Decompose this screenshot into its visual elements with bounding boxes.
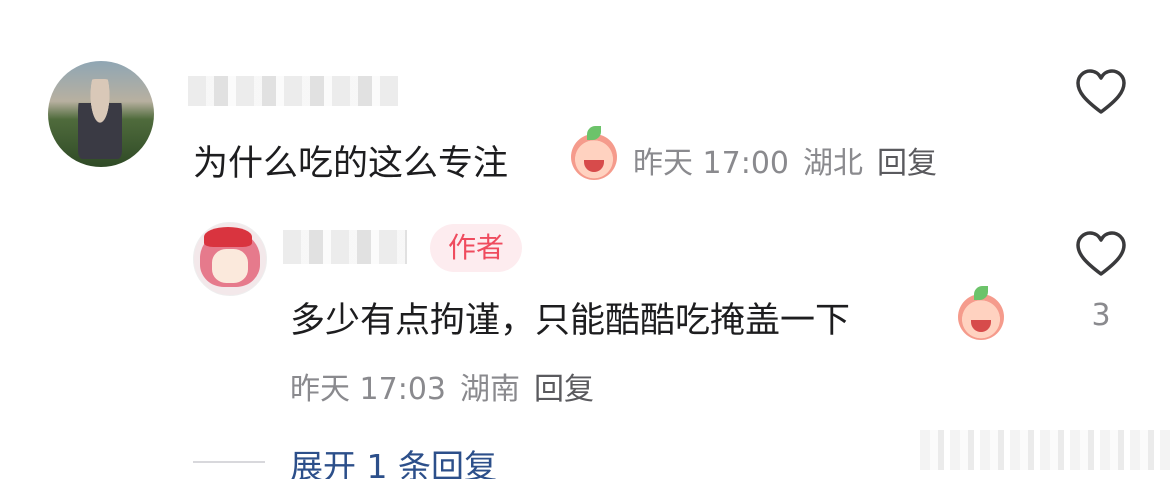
reply-meta: 昨天 17:03 湖南 回复 <box>290 364 608 408</box>
comment-time: 昨天 17:00 <box>633 146 789 181</box>
expand-divider <box>193 461 265 463</box>
author-username-masked[interactable] <box>283 230 407 264</box>
reply-text: 多少有点拘谨，只能酷酷吃掩盖一下 <box>290 301 851 341</box>
author-avatar[interactable] <box>193 222 267 296</box>
commenter-username-masked[interactable] <box>188 76 398 106</box>
crying-laughing-peach-emoji-icon <box>571 126 617 180</box>
avatar-photo <box>78 79 122 159</box>
heart-icon[interactable] <box>1075 68 1127 116</box>
author-badge: 作者 <box>430 224 522 272</box>
comment-reply-button[interactable]: 回复 <box>877 146 937 181</box>
eating-peach-emoji-icon <box>958 286 1004 340</box>
comment-text: 为什么吃的这么专注 <box>193 144 509 184</box>
reply-location: 湖南 <box>460 372 520 407</box>
comment-location: 湖北 <box>803 146 863 181</box>
expand-replies-link[interactable]: 展开 1 条回复 <box>290 440 497 479</box>
watermark <box>920 430 1170 470</box>
like-count: 3 <box>1091 298 1111 333</box>
avatar-cap <box>204 227 252 247</box>
commenter-avatar[interactable] <box>48 61 154 167</box>
avatar-face <box>212 249 248 283</box>
comment-thread: 为什么吃的这么专注 昨天 17:00 湖北 回复 作者 多少有点拘谨，只能酷酷吃掩盖… <box>0 0 1175 479</box>
heart-icon[interactable] <box>1075 230 1127 278</box>
reply-time: 昨天 17:03 <box>290 372 446 407</box>
reply-reply-button[interactable]: 回复 <box>534 372 594 407</box>
comment-meta: 昨天 17:00 湖北 回复 <box>633 138 951 182</box>
